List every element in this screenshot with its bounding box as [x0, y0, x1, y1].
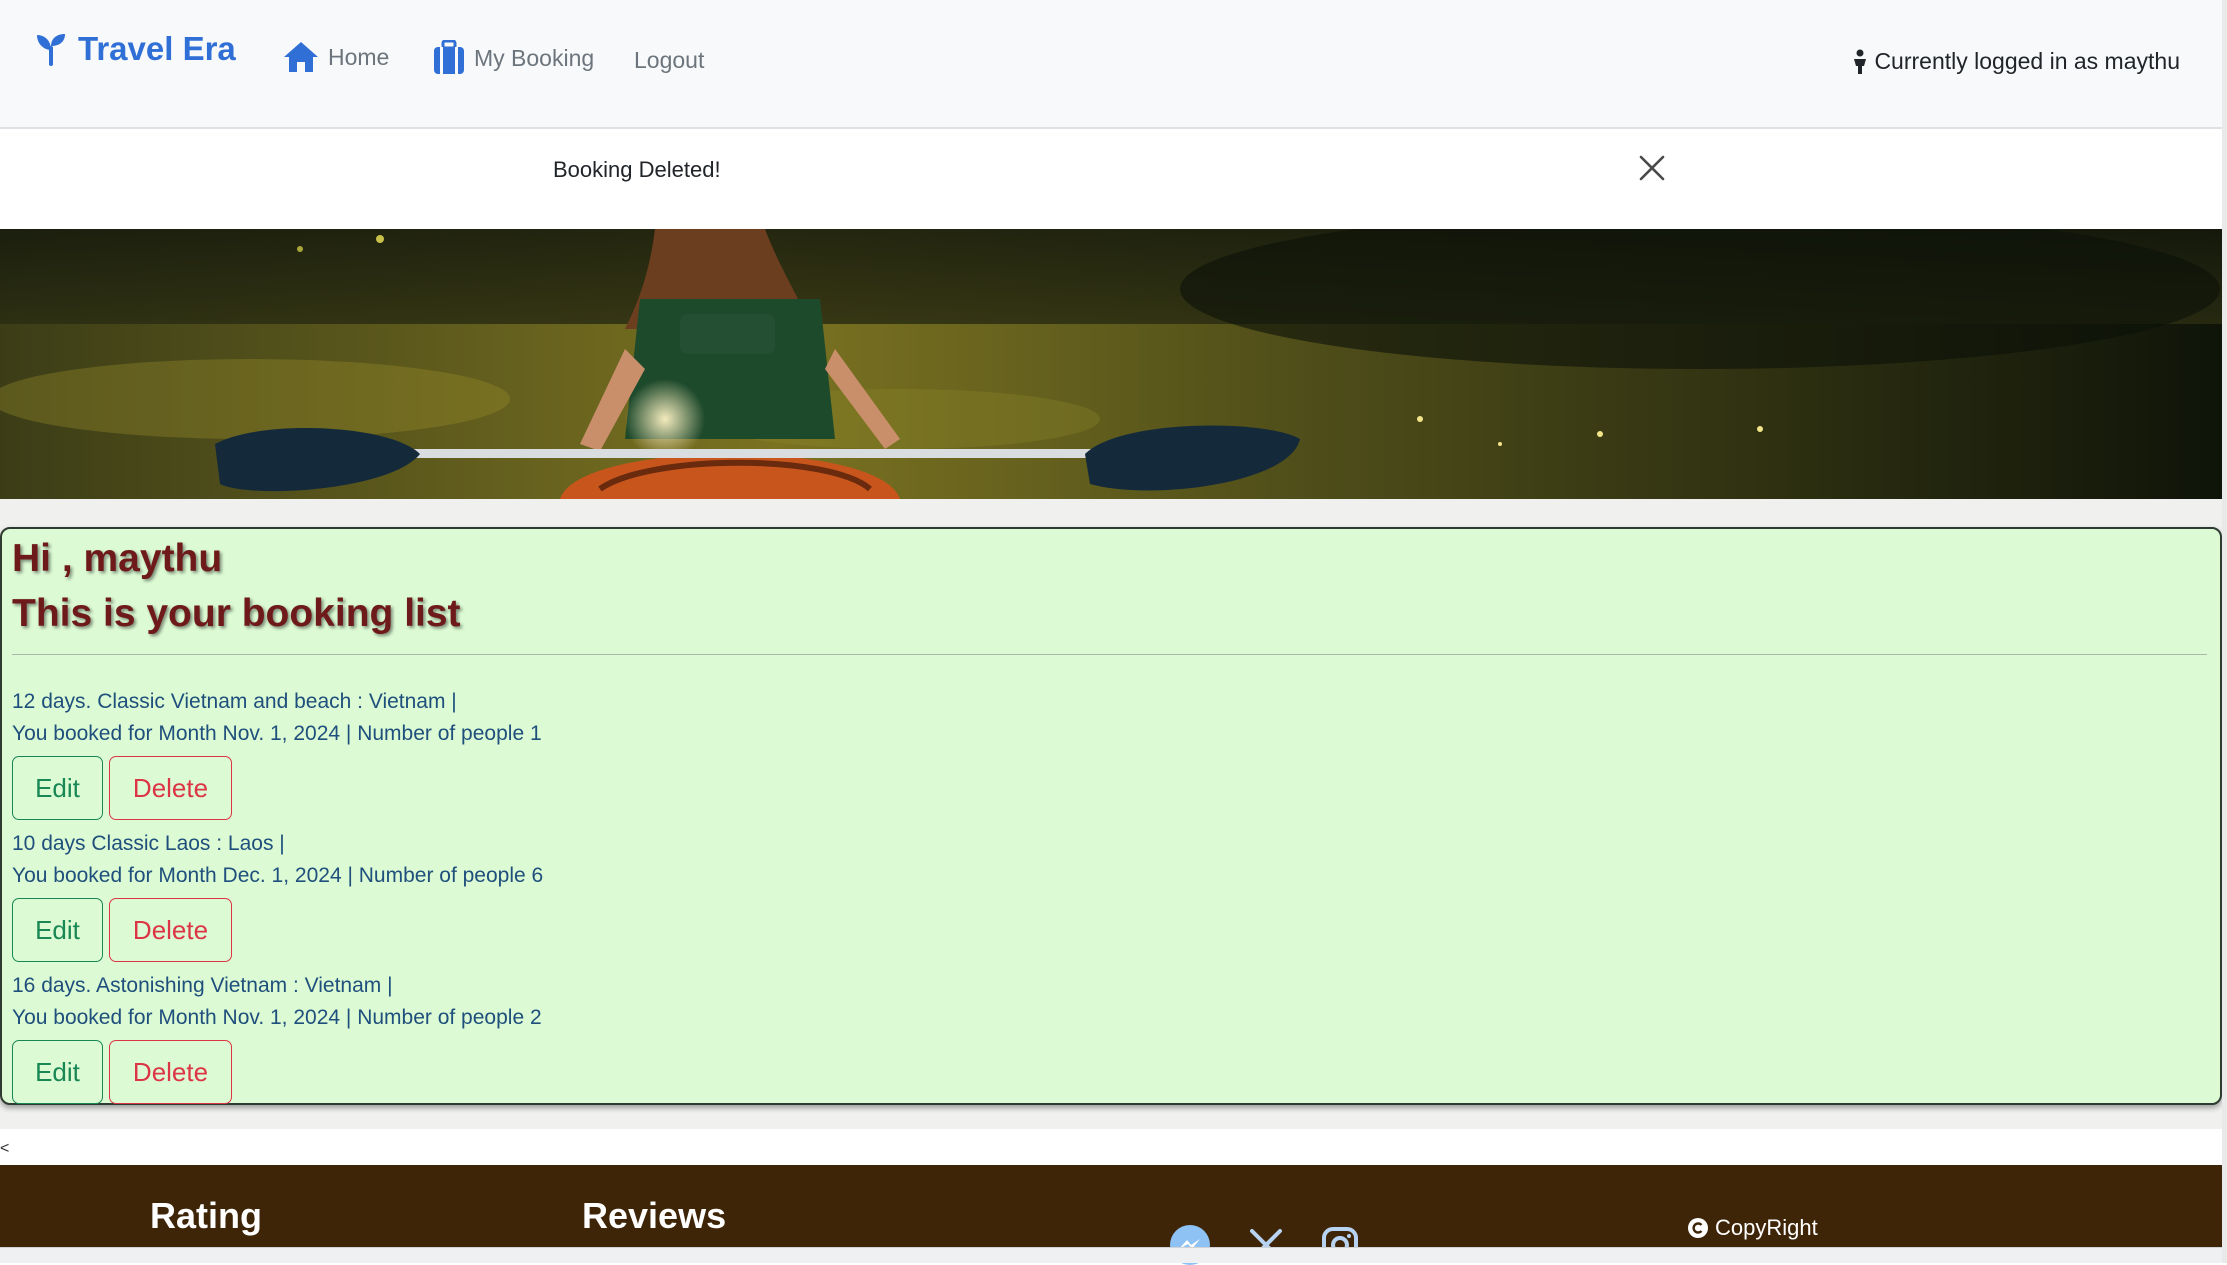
alert-message: Booking Deleted!	[0, 131, 2227, 229]
login-status-text: Currently logged in as maythu	[1874, 48, 2180, 74]
booking-item: 12 days. Classic Vietnam and beach : Vie…	[12, 686, 912, 820]
copyright: CopyRight	[1687, 1215, 1818, 1241]
brand-name: Travel Era	[78, 30, 236, 67]
greeting-heading: Hi , maythu	[12, 537, 223, 580]
close-icon[interactable]	[1637, 153, 1667, 183]
suitcase-icon	[434, 40, 464, 74]
booking-detail: You booked for Month Nov. 1, 2024 | Numb…	[12, 1006, 542, 1029]
person-icon	[1854, 49, 1867, 74]
booking-title: 12 days. Classic Vietnam and beach : Vie…	[12, 690, 457, 713]
booking-item: 10 days Classic Laos : Laos | You booked…	[12, 828, 912, 962]
stray-glyph: <	[0, 1140, 10, 1157]
hero-banner-image	[0, 229, 2222, 499]
copyright-label: CopyRight	[1715, 1215, 1818, 1240]
edit-button[interactable]: Edit	[12, 1040, 103, 1104]
booking-title: 10 days Classic Laos : Laos |	[12, 832, 285, 855]
edit-button[interactable]: Edit	[12, 898, 103, 962]
nav-home[interactable]: Home	[282, 40, 389, 74]
edit-button[interactable]: Edit	[12, 756, 103, 820]
reviews-heading: Reviews	[582, 1195, 727, 1236]
home-icon	[284, 42, 318, 72]
delete-button[interactable]: Delete	[109, 756, 232, 820]
booking-detail: You booked for Month Nov. 1, 2024 | Numb…	[12, 722, 542, 745]
divider	[12, 654, 2207, 655]
brand-link[interactable]: Travel Era	[34, 30, 236, 68]
navbar: Travel Era Home My Booking Logout Curren…	[0, 0, 2227, 129]
rating-heading: Rating	[150, 1195, 262, 1236]
browser-bottom-bar	[0, 1247, 2227, 1263]
sprout-icon	[37, 34, 65, 66]
scrollbar[interactable]	[2222, 0, 2227, 1263]
copyright-icon	[1688, 1218, 1708, 1238]
alert-text: Booking Deleted!	[553, 157, 721, 182]
nav-my-booking-label: My Booking	[474, 44, 595, 71]
booking-title: 16 days. Astonishing Vietnam : Vietnam |	[12, 974, 393, 997]
delete-button[interactable]: Delete	[109, 1040, 232, 1104]
login-status: Currently logged in as maythu	[1852, 48, 2180, 75]
nav-home-label: Home	[328, 43, 390, 70]
booking-list-panel: Hi , maythu This is your booking list 12…	[0, 527, 2222, 1105]
delete-button[interactable]: Delete	[109, 898, 232, 962]
booking-item: 16 days. Astonishing Vietnam : Vietnam |…	[12, 970, 912, 1104]
booking-detail: You booked for Month Dec. 1, 2024 | Numb…	[12, 864, 544, 887]
nav-logout[interactable]: Logout	[634, 47, 704, 74]
nav-my-booking[interactable]: My Booking	[432, 40, 594, 76]
booking-list-heading: This is your booking list	[12, 592, 461, 635]
